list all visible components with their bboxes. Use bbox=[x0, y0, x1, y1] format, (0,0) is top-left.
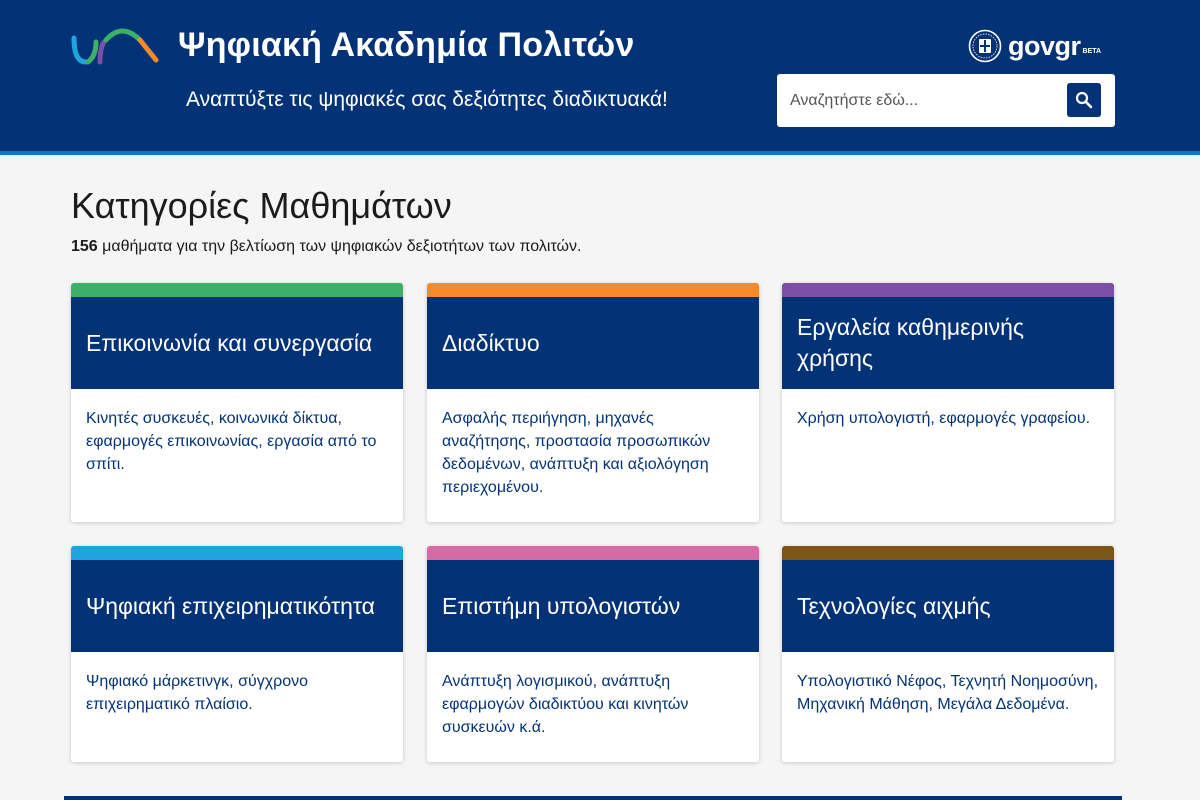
card-accent-bar bbox=[427, 546, 759, 560]
card-description: Χρήση υπολογιστή, εφαρμογές γραφείου. bbox=[797, 410, 1091, 427]
card-accent-bar bbox=[71, 546, 403, 560]
govgr-logo[interactable]: govgr BETA bbox=[968, 29, 1101, 63]
category-card-cutting-edge-tech[interactable]: Τεχνολογίες αιχμής Υπολογιστικό Νέφος, Τ… bbox=[782, 546, 1114, 762]
category-card-everyday-tools[interactable]: Εργαλεία καθημερινής χρήσης Χρήση υπολογ… bbox=[782, 283, 1114, 522]
category-card-internet[interactable]: Διαδίκτυο Ασφαλής περιήγηση, μηχανές ανα… bbox=[427, 283, 759, 522]
category-card-entrepreneurship[interactable]: Ψηφιακή επιχειρηματικότητα Ψηφιακό μάρκε… bbox=[71, 546, 403, 762]
card-accent-bar bbox=[782, 283, 1114, 297]
card-title[interactable]: Ψηφιακή επιχειρηματικότητα bbox=[86, 591, 375, 622]
card-title[interactable]: Τεχνολογίες αιχμής bbox=[797, 591, 991, 622]
footer-top-border bbox=[64, 796, 1122, 800]
course-count-summary: 156 μαθήματα για την βελτίωση των ψηφιακ… bbox=[71, 238, 581, 256]
card-header: Εργαλεία καθημερινής χρήσης bbox=[782, 297, 1114, 389]
govgr-logo-text: govgr bbox=[1008, 30, 1081, 61]
card-header: Επικοινωνία και συνεργασία bbox=[71, 297, 403, 389]
card-header: Επιστήμη υπολογιστών bbox=[427, 560, 759, 652]
card-description: Ασφαλής περιήγηση, μηχανές αναζήτησης, π… bbox=[442, 410, 711, 496]
course-count: 156 bbox=[71, 238, 98, 255]
search-button[interactable] bbox=[1067, 83, 1101, 117]
card-title[interactable]: Επιστήμη υπολογιστών bbox=[442, 591, 680, 622]
search-box bbox=[777, 74, 1115, 127]
course-count-text: μαθήματα για την βελτίωση των ψηφιακών δ… bbox=[97, 238, 582, 255]
site-title[interactable]: Ψηφιακή Ακαδημία Πολιτών bbox=[178, 26, 634, 65]
card-title[interactable]: Διαδίκτυο bbox=[442, 328, 540, 359]
category-card-communication[interactable]: Επικοινωνία και συνεργασία Κινητές συσκε… bbox=[71, 283, 403, 522]
card-accent-bar bbox=[427, 283, 759, 297]
card-description: Κινητές συσκευές, κοινωνικά δίκτυα, εφαρ… bbox=[86, 410, 377, 473]
site-header: Ψηφιακή Ακαδημία Πολιτών Αναπτύξτε τις ψ… bbox=[0, 0, 1200, 155]
card-header: Τεχνολογίες αιχμής bbox=[782, 560, 1114, 652]
beta-badge: BETA bbox=[1082, 48, 1102, 55]
category-card-computer-science[interactable]: Επιστήμη υπολογιστών Ανάπτυξη λογισμικού… bbox=[427, 546, 759, 762]
academy-logo-icon[interactable] bbox=[70, 24, 162, 68]
search-icon bbox=[1075, 91, 1093, 109]
card-description: Υπολογιστικό Νέφος, Τεχνητή Νοημοσύνη, Μ… bbox=[797, 673, 1099, 713]
card-title[interactable]: Επικοινωνία και συνεργασία bbox=[86, 328, 372, 359]
search-input[interactable] bbox=[777, 74, 1057, 127]
page-title: Κατηγορίες Μαθημάτων bbox=[71, 185, 452, 226]
site-tagline: Αναπτύξτε τις ψηφιακές σας δεξιότητες δι… bbox=[186, 88, 668, 111]
card-title[interactable]: Εργαλεία καθημερινής χρήσης bbox=[797, 312, 1099, 374]
card-description: Ψηφιακό μάρκετινγκ, σύγχρονο επιχειρηματ… bbox=[86, 673, 308, 713]
card-header: Ψηφιακή επιχειρηματικότητα bbox=[71, 560, 403, 652]
greek-emblem-icon bbox=[968, 29, 1002, 63]
card-accent-bar bbox=[782, 546, 1114, 560]
card-header: Διαδίκτυο bbox=[427, 297, 759, 389]
card-accent-bar bbox=[71, 283, 403, 297]
card-description: Ανάπτυξη λογισμικού, ανάπτυξη εφαρμογών … bbox=[442, 673, 689, 736]
